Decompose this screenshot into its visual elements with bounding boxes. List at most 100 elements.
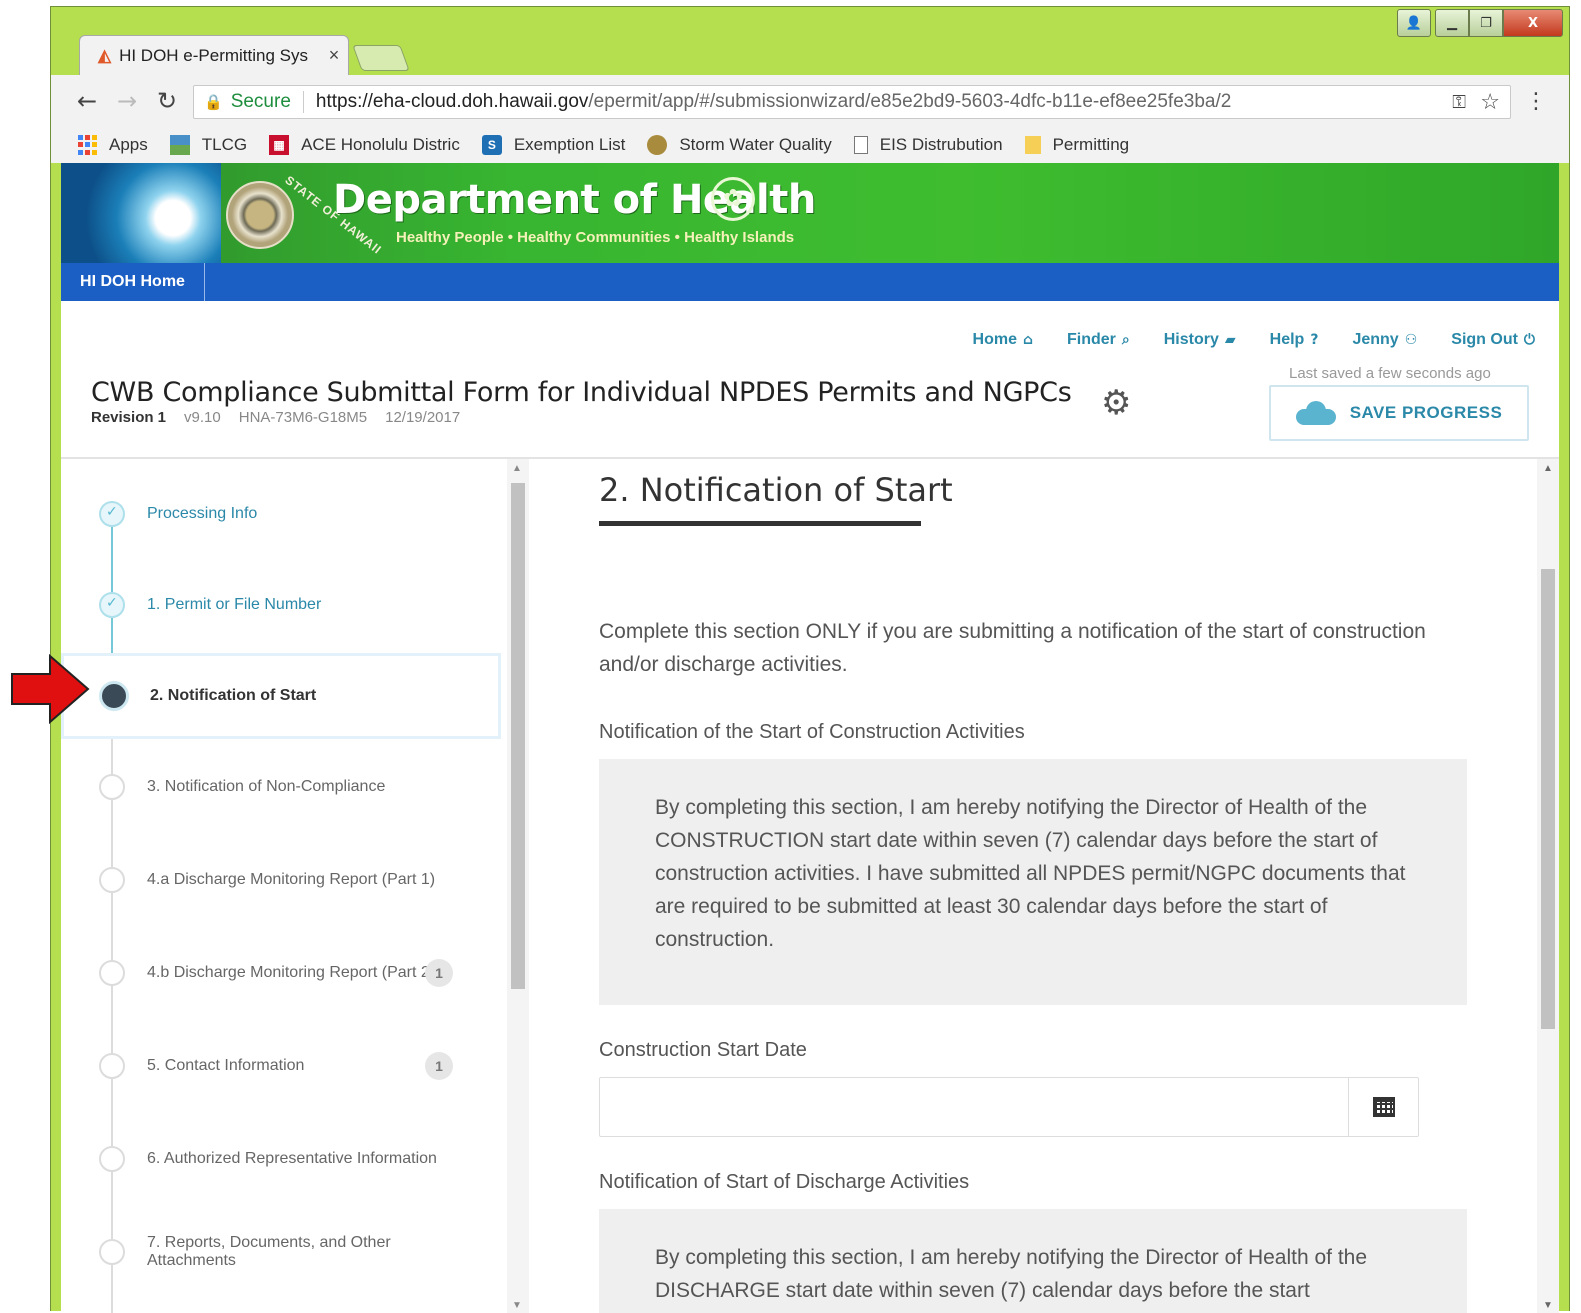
gear-icon[interactable]: ⚙ (1101, 383, 1131, 423)
window-close-button[interactable]: X (1503, 9, 1563, 37)
step-authorized-rep[interactable]: 6. Authorized Representative Information (61, 1116, 501, 1202)
nav-label: Jenny (1352, 331, 1399, 348)
main-scrollbar[interactable]: ▲ ▼ (1537, 459, 1559, 1313)
bookmark-permitting[interactable]: Permitting (1024, 135, 1129, 155)
wizard-sidebar: Processing Info 1. Permit or File Number… (61, 459, 529, 1313)
section-title-underline (599, 521, 921, 526)
hi-doh-home-link[interactable]: HI DOH Home (61, 263, 205, 301)
bookmark-tlcg[interactable]: TLCG (169, 135, 248, 155)
bookmarks-bar: Apps TLCG ▦ ACE Honolulu Distric S Exemp… (51, 127, 1569, 163)
folder-icon (1024, 136, 1041, 154)
save-progress-button[interactable]: SAVE PROGRESS (1269, 385, 1529, 441)
profile-icon[interactable]: 👤 (1397, 9, 1431, 37)
bookmark-eis[interactable]: EIS Distrubution (853, 135, 1003, 155)
bookmark-exemption-list[interactable]: S Exemption List (481, 135, 626, 155)
nav-label: Finder (1067, 331, 1116, 348)
form-code: HNA-73M6-G18M5 (238, 409, 368, 426)
hawaii-seal-logo (226, 181, 294, 249)
form-date: 12/19/2017 (385, 409, 461, 426)
red-arrow-annotation-icon (11, 654, 90, 724)
home-icon: ⌂ (1022, 332, 1034, 348)
nav-home[interactable]: Home ⌂ (973, 331, 1033, 349)
scroll-thumb[interactable] (1541, 569, 1555, 1029)
window-controls: 👤 ▁ ❐ X (1393, 9, 1563, 37)
tab-close-icon[interactable]: × (320, 45, 348, 66)
step-circle-icon (99, 1239, 125, 1265)
step-circle-icon (99, 774, 125, 800)
step-label: 4.b Discharge Monitoring Report (Part 2) (147, 964, 436, 981)
construction-notice: By completing this section, I am hereby … (599, 759, 1467, 1005)
nav-sign-out[interactable]: Sign Out ⏻ (1451, 331, 1535, 349)
step-non-compliance[interactable]: 3. Notification of Non-Compliance (61, 744, 501, 830)
lock-icon: 🔒 (204, 94, 223, 111)
check-icon (99, 592, 125, 618)
url-text[interactable]: https://eha-cloud.doh.hawaii.gov/epermit… (316, 91, 1231, 113)
calendar-icon (1372, 1097, 1395, 1117)
scroll-up-icon[interactable]: ▲ (1543, 463, 1553, 474)
form-version: v9.10 (184, 409, 221, 426)
wave-image (61, 163, 221, 263)
construction-date-label: Construction Start Date (599, 1039, 807, 1061)
sidebar-scrollbar[interactable]: ▲ ▼ (507, 459, 529, 1313)
construction-date-input[interactable] (600, 1078, 1348, 1136)
step-dmr-part-2[interactable]: 4.b Discharge Monitoring Report (Part 2)… (61, 930, 501, 1016)
last-saved-status: Last saved a few seconds ago (1289, 365, 1491, 382)
browser-tab[interactable]: ◭ HI DOH e-Permitting Sys × (79, 35, 349, 75)
section-intro: Complete this section ONLY if you are su… (599, 620, 1426, 676)
section-content: 2. Notification of Start Complete this s… (597, 459, 1547, 1313)
step-notification-of-start[interactable]: 2. Notification of Start (61, 653, 501, 739)
bookmark-ace-honolulu[interactable]: ▦ ACE Honolulu Distric (269, 135, 460, 155)
nav-label: Help (1269, 331, 1305, 348)
step-label: 5. Contact Information (147, 1057, 305, 1074)
step-contact-information[interactable]: 5. Contact Information 1 (61, 1023, 501, 1109)
step-label: Processing Info (147, 505, 258, 522)
scroll-down-icon[interactable]: ▼ (512, 1300, 522, 1311)
nav-finder[interactable]: Finder ⌕ (1067, 331, 1130, 349)
doh-banner: STATE OF HAWAII Department of Health ✿ H… (61, 163, 1559, 263)
step-issue-badge: 1 (425, 1052, 453, 1080)
department-tagline: Healthy People • Healthy Communities • H… (396, 229, 795, 246)
step-permit-number[interactable]: 1. Permit or File Number (61, 562, 501, 648)
sharepoint-icon: S (481, 135, 502, 155)
minimize-icon[interactable]: ▁ (1435, 9, 1469, 37)
calendar-button[interactable] (1348, 1078, 1418, 1136)
bookmark-label: Storm Water Quality (679, 135, 832, 154)
reload-icon[interactable]: ↻ (147, 87, 187, 115)
bookmark-storm-water[interactable]: Storm Water Quality (647, 135, 832, 155)
scroll-up-icon[interactable]: ▲ (512, 463, 522, 474)
maximize-icon[interactable]: ❐ (1469, 9, 1503, 37)
browser-menu-icon[interactable]: ⋮ (1525, 89, 1547, 114)
step-dmr-part-1[interactable]: 4.a Discharge Monitoring Report (Part 1) (61, 837, 501, 923)
bookmark-star-icon[interactable]: ☆ (1480, 90, 1500, 115)
construction-heading: Notification of the Start of Constructio… (599, 721, 1025, 743)
bookmark-label: Exemption List (513, 135, 626, 154)
nav-help[interactable]: Help? (1270, 331, 1319, 349)
discharge-notice: By completing this section, I am hereby … (599, 1209, 1467, 1313)
castle-icon: ▦ (269, 135, 290, 155)
address-bar[interactable]: 🔒 Secure https://eha-cloud.doh.hawaii.go… (193, 85, 1511, 119)
step-label: 2. Notification of Start (150, 687, 317, 704)
construction-date-field (599, 1077, 1419, 1137)
nav-history[interactable]: History ▰ (1164, 331, 1236, 349)
new-tab-button[interactable] (352, 45, 410, 71)
scroll-thumb[interactable] (511, 483, 525, 989)
nav-user[interactable]: Jenny ⚇ (1352, 331, 1417, 349)
step-attachments[interactable]: 7. Reports, Documents, and Other Attachm… (61, 1209, 501, 1295)
key-icon[interactable]: ⚿ (1452, 92, 1466, 113)
step-processing-info[interactable]: Processing Info (61, 471, 501, 557)
scroll-down-icon[interactable]: ▼ (1543, 1300, 1553, 1311)
current-step-indicator (99, 681, 129, 711)
step-label: 7. Reports, Documents, and Other Attachm… (147, 1234, 391, 1269)
step-circle-icon (99, 867, 125, 893)
step-issue-badge: 1 (425, 959, 453, 987)
bookmark-apps[interactable]: Apps (77, 135, 148, 155)
form-revision: Revision 1 (91, 409, 167, 426)
form-meta: Revision 1 v9.10 HNA-73M6-G18M5 12/19/20… (91, 409, 460, 426)
bookmark-label: TLCG (201, 135, 248, 154)
step-label: 1. Permit or File Number (147, 596, 322, 613)
forward-icon[interactable]: → (107, 87, 147, 115)
site-nav-bar: HI DOH Home (61, 263, 1559, 301)
bookmark-label: ACE Honolulu Distric (301, 135, 460, 154)
top-nav: Home ⌂ Finder ⌕ History ▰ Help? Jenny ⚇ Sign… (973, 331, 1535, 349)
back-icon[interactable]: ← (67, 87, 107, 115)
